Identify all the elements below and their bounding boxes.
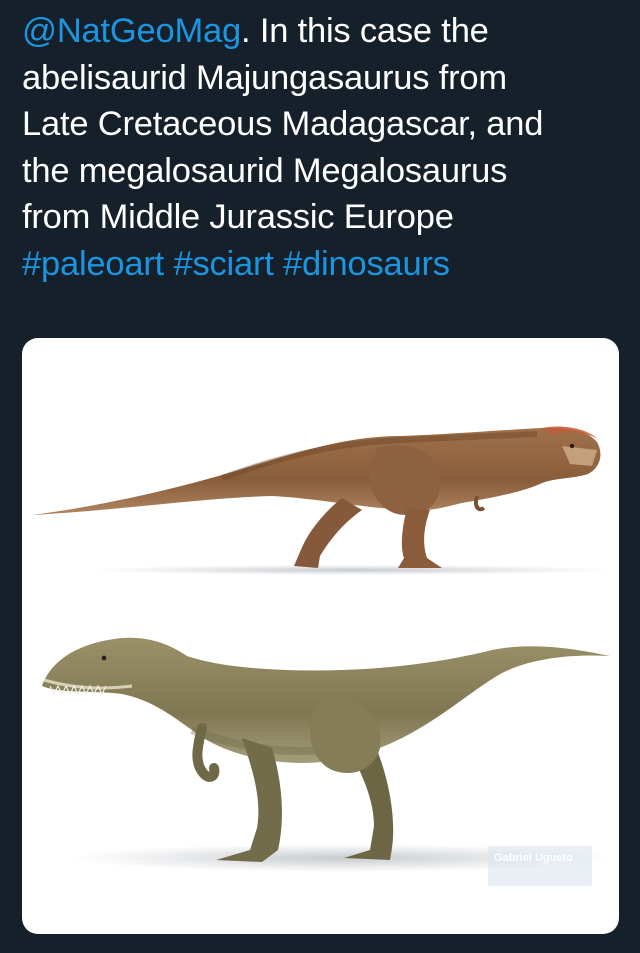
tweet-line-2: abelisaurid Majungasaurus from — [22, 58, 507, 97]
media-image-card[interactable]: Gabriel Ugueto — [22, 338, 619, 934]
tweet-text: @NatGeoMag. In this case the abelisaurid… — [22, 8, 622, 287]
majungasaurus-figure — [32, 426, 612, 575]
tweet-line-1-text: . In this case the — [241, 12, 489, 50]
artist-credit: Gabriel Ugueto — [494, 852, 573, 864]
tweet-line-4: the megalosaurid Megalosaurus — [22, 151, 508, 190]
dinosaur-illustration: Gabriel Ugueto — [32, 426, 612, 886]
hashtag-dinosaurs[interactable]: #dinosaurs — [283, 245, 450, 283]
tweet-line-3: Late Cretaceous Madagascar, and — [22, 105, 544, 143]
mention-link[interactable]: @NatGeoMag — [22, 12, 241, 50]
tweet-line-1: @NatGeoMag. In this case the — [22, 8, 622, 55]
tweet-line-5: from Middle Jurassic Europe — [22, 198, 454, 236]
artist-watermark: Gabriel Ugueto — [488, 846, 592, 886]
hashtag-sciart[interactable]: #sciart — [173, 245, 273, 283]
megalosaurus-figure — [42, 637, 612, 872]
hashtag-line: #paleoart #sciart #dinosaurs — [22, 241, 622, 288]
hashtag-paleoart[interactable]: #paleoart — [22, 245, 164, 283]
